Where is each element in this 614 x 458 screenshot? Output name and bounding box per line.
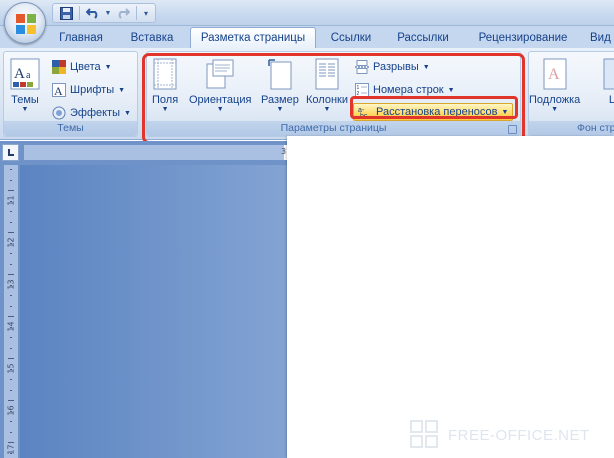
tab-mailings[interactable]: Рассылки: [388, 28, 458, 48]
watermark-text: FREE-OFFICE.NET: [448, 426, 590, 444]
effects-label: Эффекты: [70, 107, 121, 119]
colors-label: Цвета: [70, 61, 101, 73]
themes-button[interactable]: A a Темы ▼: [10, 58, 40, 114]
ribbon-tabs: Главная Вставка Разметка страницы Ссылки…: [0, 26, 614, 49]
ruler-tick: [10, 169, 12, 170]
ruler-number: 11: [6, 195, 16, 206]
effects-button[interactable]: Эффекты ▼: [52, 104, 131, 122]
ruler-tick: [8, 190, 14, 191]
page-color-icon: [603, 58, 614, 90]
colors-button[interactable]: Цвета ▼: [52, 58, 112, 76]
redo-icon: [118, 8, 130, 19]
chevron-down-icon: ▼: [104, 63, 112, 71]
ruler-tick: [10, 421, 12, 422]
fonts-label: Шрифты: [70, 84, 115, 96]
tab-view[interactable]: Вид: [590, 28, 614, 48]
vertical-ruler[interactable]: 11 12 13 14 15 16 17: [4, 165, 18, 458]
watermark-button[interactable]: A Подложка ▼: [529, 58, 580, 114]
tab-home[interactable]: Главная: [52, 28, 110, 48]
colors-icon: [52, 60, 66, 74]
customize-icon: ▾: [143, 8, 148, 18]
chevron-down-icon: ▼: [551, 106, 559, 113]
ruler-tick: [10, 379, 12, 380]
themes-icon: A a: [10, 58, 40, 90]
qat-separator: [79, 6, 80, 20]
ruler-number: 17: [6, 444, 16, 455]
hyphenation-highlight-frame: [350, 96, 518, 119]
tab-page-layout[interactable]: Разметка страницы: [190, 27, 316, 49]
ruler-tick: [10, 431, 12, 433]
tab-selector-button[interactable]: [2, 144, 19, 161]
undo-dropdown[interactable]: ▼: [104, 5, 112, 21]
tab-stop-icon: [8, 149, 14, 156]
ruler-tick: [10, 389, 12, 391]
ruler-number: 15: [6, 363, 16, 374]
ruler-tick: [10, 253, 12, 254]
ruler-tick: [8, 442, 14, 443]
chevron-down-icon: ▼: [124, 109, 131, 117]
ruler-tick: [8, 316, 14, 317]
ruler-tick: [8, 274, 14, 275]
tab-review[interactable]: Рецензирование: [468, 28, 578, 48]
ruler-number: 3: [281, 147, 287, 156]
title-bar: ▼ ▾: [0, 0, 614, 44]
redo-button[interactable]: [114, 5, 132, 21]
themes-group-label: Темы: [4, 121, 137, 136]
page-background-group: A Подложка ▼ Ц Фон стр: [528, 51, 614, 137]
ruler-tick: [10, 305, 12, 307]
svg-text:a: a: [26, 70, 31, 81]
customize-qat-button[interactable]: ▾: [141, 5, 151, 21]
ruler-tick: [10, 179, 12, 181]
fonts-button[interactable]: A Шрифты ▼: [52, 81, 125, 99]
ruler-number: 12: [6, 237, 16, 248]
page-color-button[interactable]: Ц: [603, 58, 614, 106]
document-page[interactable]: [287, 136, 614, 458]
ruler-tick: [8, 358, 14, 359]
ruler-tick: [10, 263, 12, 265]
ruler-tick: [8, 400, 14, 401]
ruler-tick: [10, 221, 12, 223]
page-background-group-label: Фон стр: [529, 121, 614, 136]
undo-button[interactable]: [84, 5, 102, 21]
svg-text:A: A: [14, 66, 25, 82]
effects-icon: [52, 106, 66, 120]
ruler-tick: [10, 347, 12, 349]
ruler-number: 13: [6, 279, 16, 290]
tab-references[interactable]: Ссылки: [324, 28, 378, 48]
themes-group: A a Темы ▼ Цвета ▼ A Шрифты ▼ Эффекты ▼ …: [3, 51, 138, 137]
windows-logo-icon: [410, 420, 440, 450]
watermark-icon: A: [543, 58, 567, 90]
quick-access-toolbar: ▼ ▾: [52, 3, 156, 23]
ruler-tick: [10, 337, 12, 338]
save-icon: [59, 6, 73, 20]
chevron-down-icon: ▼: [104, 9, 112, 17]
page-color-label: Ц: [608, 94, 614, 106]
save-button[interactable]: [57, 5, 75, 21]
watermark-label: Подложка: [529, 94, 581, 106]
office-logo-icon: [16, 14, 36, 34]
ruler-number: 16: [6, 405, 16, 416]
chevron-down-icon: ▼: [21, 106, 29, 113]
qat-separator: [136, 6, 137, 20]
ruler-tick: [8, 232, 14, 233]
ruler-tick: [10, 211, 12, 212]
ruler-tick: [10, 295, 12, 296]
office-button[interactable]: [4, 2, 46, 44]
tab-insert[interactable]: Вставка: [122, 28, 182, 48]
themes-label: Темы: [11, 94, 39, 106]
fonts-icon: A: [52, 83, 66, 97]
chevron-down-icon: ▼: [118, 86, 126, 94]
svg-text:A: A: [54, 84, 63, 97]
undo-icon: [86, 8, 98, 19]
site-watermark: FREE-OFFICE.NET: [410, 420, 590, 450]
ruler-number: 14: [6, 321, 16, 332]
svg-text:A: A: [548, 66, 560, 83]
